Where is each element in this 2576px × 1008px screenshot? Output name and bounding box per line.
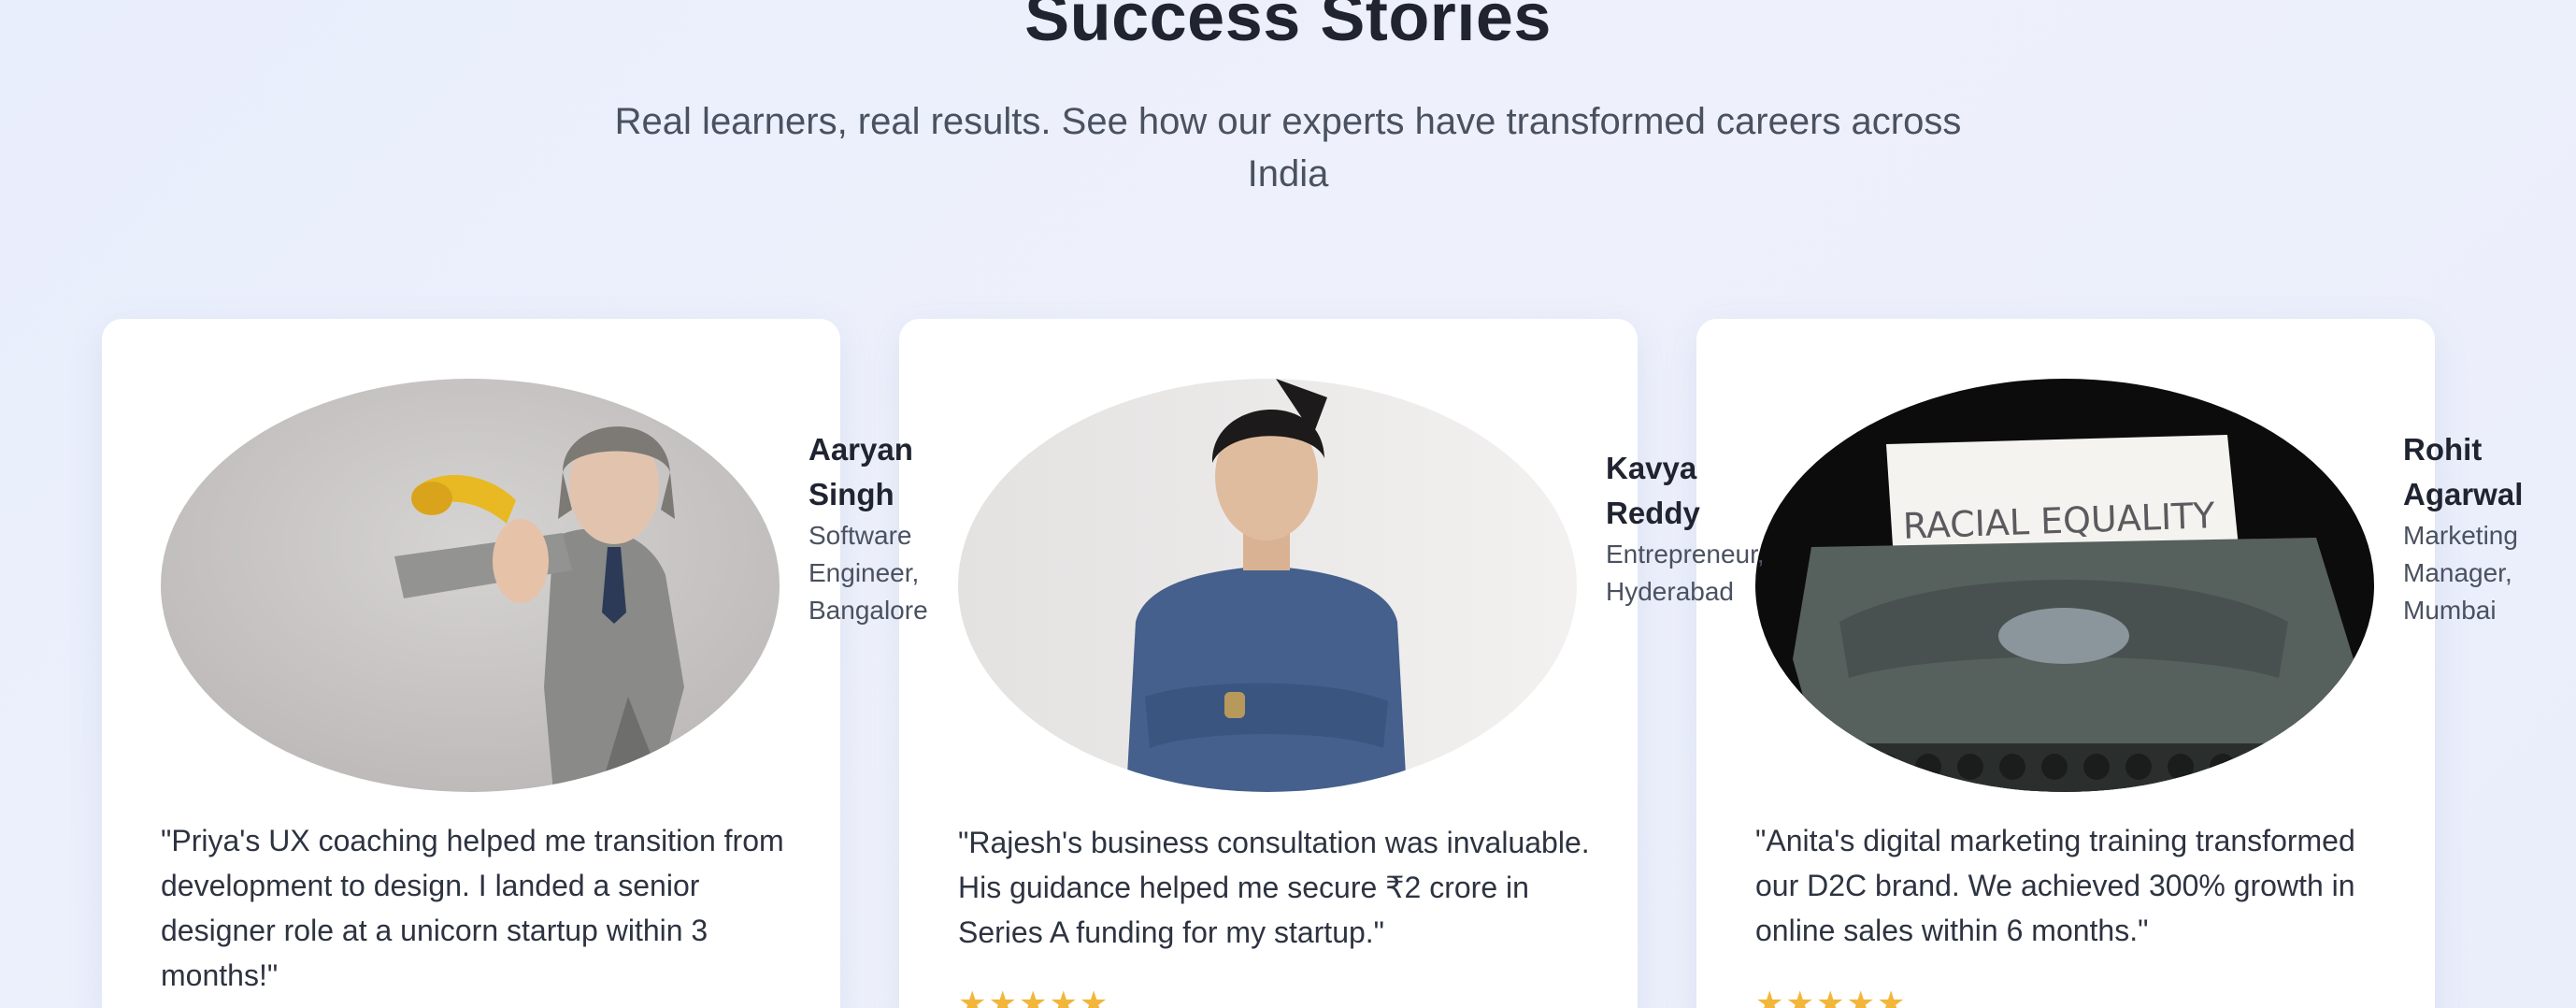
testimonial-name: Agarwal <box>2403 477 2524 511</box>
testimonial-role: Entrepreneur, <box>1606 540 1765 569</box>
testimonial-name: Reddy <box>1606 496 1700 530</box>
testimonial-quote: "Rajesh's business consultation was inva… <box>958 826 1590 949</box>
testimonial-person: Aaryan Singh Software Engineer, Bangalor… <box>809 427 928 629</box>
testimonial-role: Mumbai <box>2403 596 2497 625</box>
testimonial-photo <box>161 379 780 792</box>
rating-stars: ★★★★★ <box>1755 986 1908 1008</box>
rating-stars: ★★★★★ <box>958 986 1110 1008</box>
testimonial-photo <box>958 379 1577 792</box>
testimonial-photo: RACIAL EQUALITY <box>1755 379 2374 792</box>
testimonial-card: RACIAL EQUALITY Rohit Agarwal Marketing … <box>1696 319 2523 1008</box>
testimonial-role: Bangalore <box>809 596 928 625</box>
testimonial-person: Rohit Agarwal Marketing Manager, Mumbai <box>2403 427 2523 629</box>
testimonial-card: Aaryan Singh Software Engineer, Bangalor… <box>102 319 928 1008</box>
section-subtitle: Real learners, real results. See how our… <box>614 101 1962 194</box>
testimonial-role: Software <box>809 521 912 550</box>
testimonial-role: Manager, <box>2403 558 2512 587</box>
testimonial-name: Kavya <box>1606 451 1697 485</box>
testimonial-person: Kavya Reddy Entrepreneur, Hyderabad <box>1606 446 1765 611</box>
testimonial-role: Engineer, <box>809 558 920 587</box>
testimonial-quote: "Anita's digital marketing training tran… <box>1755 824 2355 947</box>
testimonial-card: Kavya Reddy Entrepreneur, Hyderabad "Raj… <box>899 319 1765 1008</box>
testimonial-role: Hyderabad <box>1606 577 1734 606</box>
testimonial-quote: "Priya's UX coaching helped me transitio… <box>161 824 784 992</box>
testimonial-role: Marketing <box>2403 521 2518 550</box>
testimonial-name: Singh <box>809 477 894 511</box>
testimonial-name: Rohit <box>2403 432 2483 467</box>
testimonial-name: Aaryan <box>809 432 913 467</box>
section-title: Success Stories <box>1024 0 1552 55</box>
